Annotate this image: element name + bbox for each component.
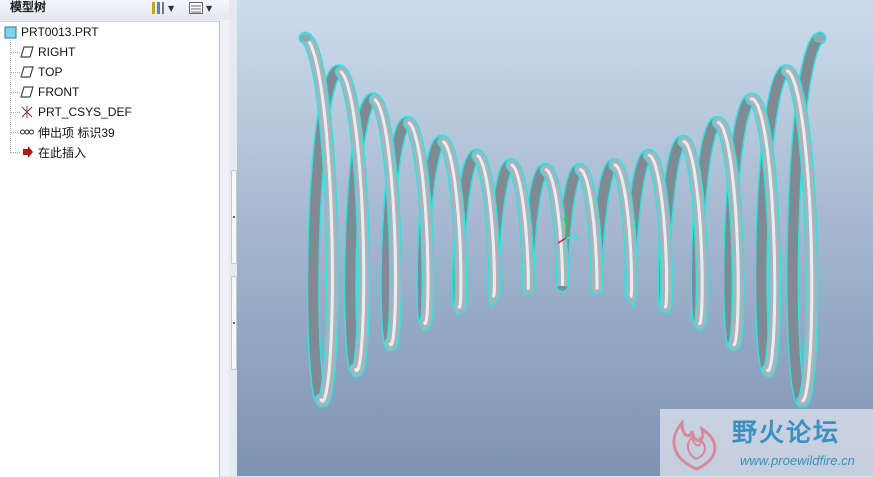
tree-filter-icon — [152, 2, 164, 14]
grip-dot — [233, 216, 235, 218]
insert-here-arrow-icon — [20, 145, 34, 159]
tree-item-label: 在此插入 — [38, 145, 87, 160]
tree-columns-icon — [189, 2, 203, 14]
tree-item-insert-here[interactable]: 在此插入 — [20, 143, 86, 161]
tree-item-top[interactable]: TOP — [20, 63, 62, 81]
model-tree[interactable]: PRT0013.PRT RIGHT TOP FRONT PRT_CSYS_DEF… — [0, 21, 220, 477]
tree-connector — [10, 152, 20, 153]
tree-item-front[interactable]: FRONT — [20, 83, 79, 101]
tree-item-label: RIGHT — [38, 45, 76, 59]
graphics-viewport[interactable] — [237, 0, 873, 476]
panel-title: 模型树 — [10, 0, 47, 14]
spring-wire-end — [813, 33, 827, 43]
chevron-down-icon: ▼ — [168, 3, 175, 13]
settings-menu-button[interactable]: ▼ — [188, 0, 212, 16]
tree-connector — [10, 132, 20, 133]
forum-watermark: 野火论坛 www.proewildfire.cn — [660, 409, 873, 476]
tree-connector — [10, 40, 11, 153]
helical-spring-model[interactable] — [237, 0, 873, 476]
watermark-title: 野火论坛 — [732, 418, 841, 447]
tree-item-label: FRONT — [38, 85, 80, 99]
model-tree-panel: 模型树 ▼ ▼ PRT0013.PRT RIGHT TOP FRONT PRT_… — [0, 0, 229, 477]
show-menu-button[interactable]: ▼ — [150, 0, 174, 16]
coordinate-system-icon — [20, 105, 34, 119]
grip-dot — [233, 322, 235, 324]
spring-wire-end — [298, 33, 312, 43]
tree-item-protrusion[interactable]: 伸出项 标识39 — [20, 123, 115, 141]
watermark-url: www.proewildfire.cn — [740, 453, 855, 468]
tree-connector — [10, 52, 20, 53]
tree-connector — [10, 112, 20, 113]
tree-item-csys[interactable]: PRT_CSYS_DEF — [20, 103, 132, 121]
tree-item-part[interactable]: PRT0013.PRT — [3, 23, 99, 41]
panel-splitter[interactable] — [229, 0, 237, 476]
datum-plane-icon — [20, 45, 34, 59]
tree-item-label: 伸出项 标识39 — [38, 125, 115, 140]
tree-item-label: TOP — [38, 65, 63, 79]
flame-logo-icon — [672, 419, 717, 471]
chevron-down-icon: ▼ — [206, 3, 213, 13]
tree-item-label: PRT0013.PRT — [21, 25, 99, 39]
tree-connector — [10, 72, 20, 73]
tree-connector — [10, 92, 20, 93]
tree-item-right[interactable]: RIGHT — [20, 43, 75, 61]
tree-item-label: PRT_CSYS_DEF — [38, 105, 132, 119]
datum-plane-icon — [20, 65, 34, 79]
model-tree-header: 模型树 ▼ ▼ — [0, 0, 229, 20]
protrusion-icon — [20, 125, 34, 139]
datum-plane-icon — [20, 85, 34, 99]
part-icon — [3, 25, 17, 39]
